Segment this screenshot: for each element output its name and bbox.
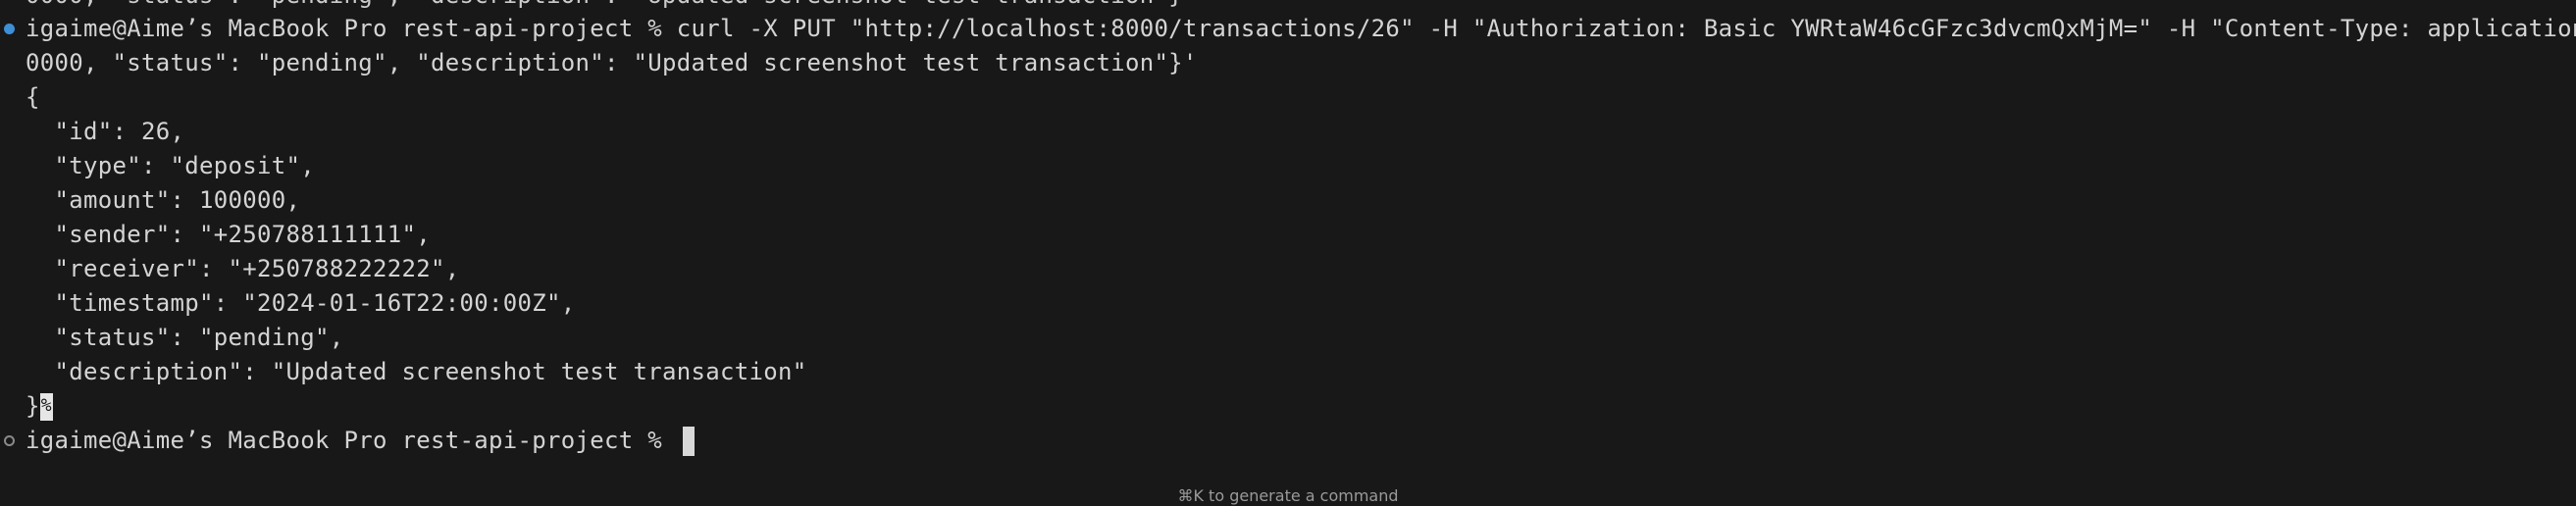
output-line: "type": "deposit", [26,152,315,179]
output-line: { [26,83,40,111]
output-closing-line: }% [26,389,53,424]
output-line: "amount": 100000, [26,186,301,214]
output-line: "sender": "+250788111111", [26,221,431,248]
prompt-text: igaime@Aime’s MacBook Pro rest-api-proje… [26,427,677,454]
output-line: "receiver": "+250788222222", [26,255,460,282]
output-line: "id": 26, [26,118,185,145]
command-line-2: 0000, "status": "pending", "description"… [26,49,1198,76]
output-line: "description": "Updated screenshot test … [26,358,807,385]
prompt-status-dot-icon[interactable] [4,435,15,446]
command-line-1: igaime@Aime’s MacBook Pro rest-api-proje… [26,15,2576,42]
text-cursor [682,427,695,456]
no-newline-marker: % [39,393,53,421]
prompt-line[interactable]: igaime@Aime’s MacBook Pro rest-api-proje… [26,424,695,458]
closing-brace: } [26,392,40,420]
command-status-dot-icon[interactable] [4,24,15,34]
generate-command-hint: ⌘K to generate a command [1177,486,1399,505]
output-line: "timestamp": "2024-01-16T22:00:00Z", [26,289,576,317]
output-line: "status": "pending", [26,324,344,351]
terminal-window[interactable]: 0000, "status": "pending", "description"… [0,0,2576,506]
